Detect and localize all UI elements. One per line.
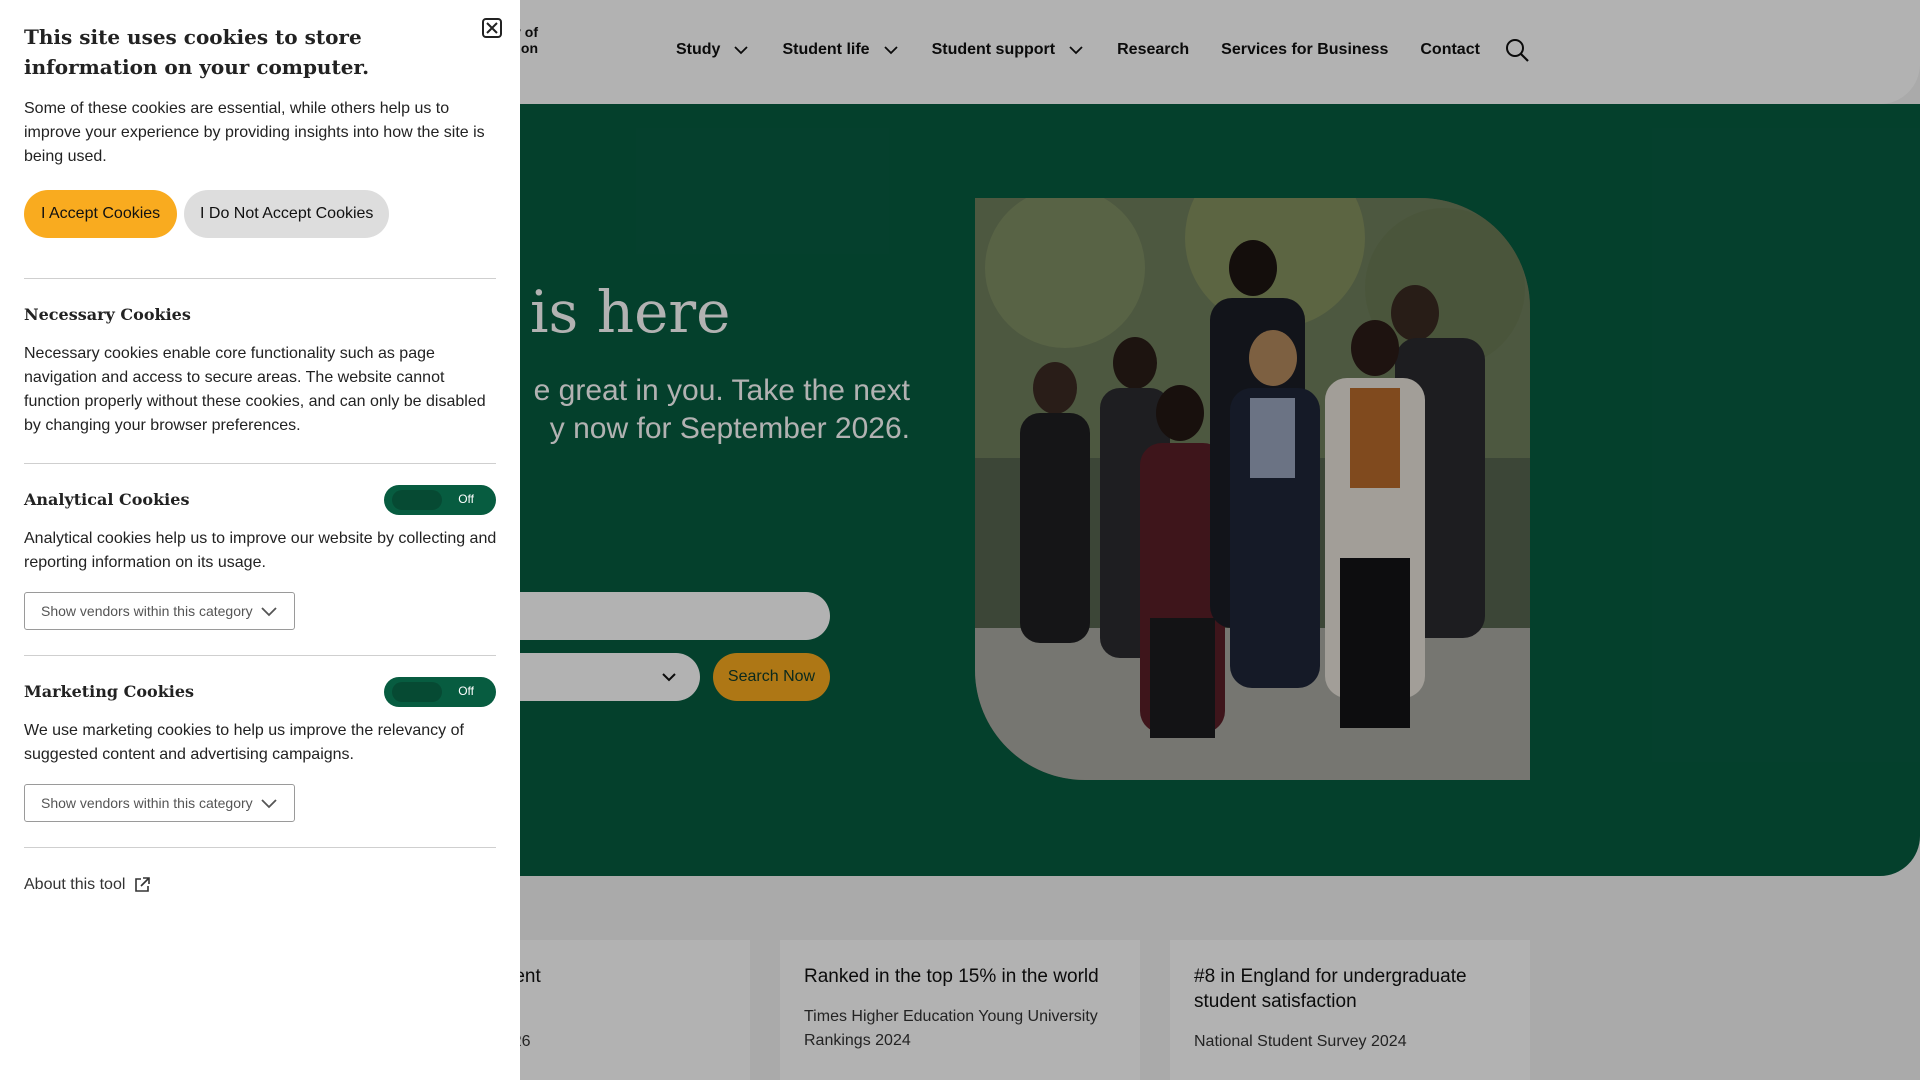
chevron-down-icon <box>261 607 277 617</box>
external-link-icon <box>135 877 151 892</box>
close-button[interactable] <box>482 18 502 38</box>
cookie-panel-title: This site uses cookies to store informat… <box>24 25 370 79</box>
divider <box>24 847 496 848</box>
marketing-cookies-toggle[interactable]: Off <box>384 677 496 707</box>
divider <box>24 655 496 656</box>
toggle-knob <box>392 490 442 510</box>
close-icon <box>486 22 498 34</box>
necessary-cookies-text: Necessary cookies enable core functional… <box>24 345 486 434</box>
toggle-knob <box>392 682 442 702</box>
divider <box>24 278 496 279</box>
analytical-cookies-toggle[interactable]: Off <box>384 485 496 515</box>
toggle-state: Off <box>458 492 474 506</box>
marketing-cookies-heading: Marketing Cookies <box>24 682 195 701</box>
marketing-cookies-text: We use marketing cookies to help us impr… <box>24 722 464 763</box>
necessary-cookies-heading: Necessary Cookies <box>24 305 191 324</box>
cookie-panel-intro: Some of these cookies are essential, whi… <box>24 100 485 165</box>
about-label: About this tool <box>24 876 126 893</box>
vendors-label: Show vendors within this category <box>41 603 253 619</box>
analytical-cookies-heading: Analytical Cookies <box>24 490 190 509</box>
cookie-consent-panel: This site uses cookies to store informat… <box>0 0 520 1080</box>
accept-cookies-button[interactable]: I Accept Cookies <box>24 190 178 238</box>
analytical-show-vendors-button[interactable]: Show vendors within this category <box>24 592 295 630</box>
vendors-label: Show vendors within this category <box>41 795 253 811</box>
chevron-down-icon <box>261 799 277 809</box>
marketing-show-vendors-button[interactable]: Show vendors within this category <box>24 784 295 822</box>
toggle-state: Off <box>458 684 474 698</box>
reject-cookies-button[interactable]: I Do Not Accept Cookies <box>184 190 390 238</box>
about-this-tool-link[interactable]: About this tool <box>24 876 151 894</box>
analytical-cookies-text: Analytical cookies help us to improve ou… <box>24 530 497 571</box>
divider <box>24 463 496 464</box>
